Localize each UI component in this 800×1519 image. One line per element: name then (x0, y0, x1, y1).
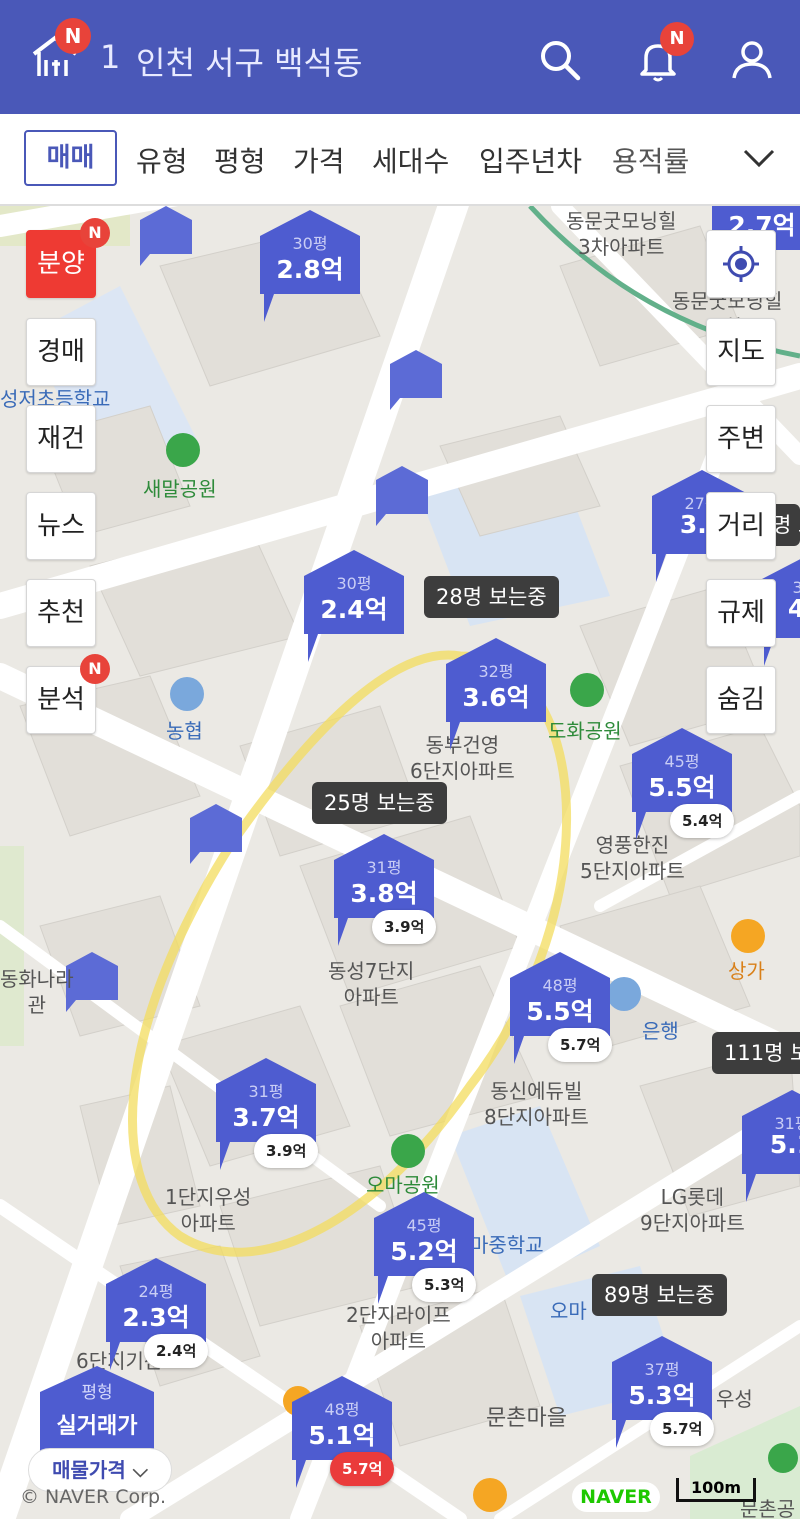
filter-far[interactable]: 용적률 (612, 140, 689, 180)
place-label: 농협 (166, 719, 203, 743)
legend-marker: 평형 실거래가 (40, 1364, 154, 1454)
price-pin[interactable]: 32평 3.6억 (446, 634, 546, 750)
target-icon (723, 246, 759, 282)
regulation-button[interactable]: 규제 (706, 579, 776, 647)
price-pin[interactable]: 31평 3.7억 3.9억 (216, 1054, 319, 1170)
pin-price: 3.8억 (350, 879, 418, 908)
viewing-count-badge[interactable]: 111명 보 (712, 1032, 800, 1074)
price-pin[interactable]: 30평 2.4억 (304, 546, 404, 662)
place-label: 도화공원 (548, 719, 622, 743)
filter-area[interactable]: 평형 (214, 140, 266, 180)
analysis-new-badge: N (80, 654, 110, 684)
user-icon[interactable] (728, 36, 776, 84)
place-label: 은행 (642, 1019, 679, 1043)
map-view[interactable]: 동문굿모닝힐3차아파트 동문굿모닝힐2차 성저초등학교 새말공원 농협 도화공원… (0, 206, 800, 1519)
search-icon[interactable] (536, 36, 584, 84)
region-number: 1 (100, 38, 121, 76)
pin-price: 5.1억 (308, 1421, 376, 1450)
price-pin[interactable]: 45평 5.5억 5.4억 (632, 724, 735, 840)
filter-trade-type[interactable]: 매매 (24, 130, 117, 186)
pin-listing-price: 5.7억 (650, 1412, 715, 1446)
pin-price: 5.5억 (648, 773, 716, 802)
viewing-count-badge[interactable]: 25명 보는중 (312, 782, 447, 824)
pin-price: 3.7억 (232, 1103, 300, 1132)
price-pin[interactable]: 48평 5.5억 5.7억 (510, 948, 613, 1064)
price-pin[interactable]: 24평 2.3억 2.4억 (106, 1254, 209, 1370)
pin-price: 2.8억 (276, 255, 344, 284)
locate-button[interactable] (706, 230, 776, 298)
app-header: N 1 인천 서구 백석동 N (0, 0, 800, 114)
nearby-button[interactable]: 주변 (706, 405, 776, 473)
place-label: 상가 (728, 959, 765, 983)
pin-price: 5.2억 (390, 1237, 458, 1266)
pin-listing-price: 5.7억 (548, 1028, 613, 1062)
place-label: LG롯데 9단지아파트 (640, 1185, 745, 1235)
place-label: 마중학교 (470, 1233, 544, 1257)
redevelopment-button[interactable]: 재건 (26, 405, 96, 473)
price-pin[interactable]: 31평 5.1 (742, 1086, 800, 1202)
pin-price: 2.3억 (122, 1303, 190, 1332)
pin-listing-price: 2.4억 (144, 1334, 209, 1368)
region-title[interactable]: 인천 서구 백석동 (136, 38, 362, 84)
place-label: 우성 (716, 1387, 753, 1411)
pin-price: 2.4억 (320, 595, 388, 624)
pin-listing-price: 5.4억 (670, 804, 735, 838)
filter-households[interactable]: 세대수 (372, 140, 449, 180)
price-pin[interactable]: 48평 5.1억 5.7억 (292, 1372, 395, 1488)
pin-listing-price: 3.9억 (254, 1134, 319, 1168)
map-type-button[interactable]: 지도 (706, 318, 776, 386)
chevron-down-icon: ⌵ (132, 1458, 148, 1482)
filter-years[interactable]: 입주년차 (479, 140, 582, 180)
filter-type[interactable]: 유형 (136, 140, 188, 180)
place-label: 2단지라이프 아파트 (346, 1303, 451, 1353)
pin-price: 3.6억 (462, 683, 530, 712)
price-pin[interactable]: 37평 5.3억 5.7억 (612, 1332, 715, 1448)
pin-price: 5.3억 (628, 1381, 696, 1410)
auction-button[interactable]: 경매 (26, 318, 96, 386)
copyright-text: © NAVER Corp. (20, 1486, 167, 1508)
logo-new-badge: N (55, 18, 91, 54)
price-pin[interactable]: 30평 2.8억 (260, 206, 360, 322)
price-pin[interactable]: 45평 5.2억 5.3억 (374, 1188, 477, 1304)
pin-listing-price: 5.3억 (412, 1268, 477, 1302)
pin-listing-price: 3.9억 (372, 910, 437, 944)
price-pin[interactable]: 31평 3.8억 3.9억 (334, 830, 437, 946)
pin-listing-price: 5.7억 (330, 1452, 395, 1486)
pin-price: 5.5억 (526, 997, 594, 1026)
place-label: 문촌마을 (486, 1406, 567, 1431)
map-scale: 100m (676, 1478, 756, 1502)
presale-new-badge: N (80, 218, 110, 248)
place-label: 오마 (550, 1299, 587, 1323)
hide-button[interactable]: 숨김 (706, 666, 776, 734)
chevron-down-icon[interactable] (742, 148, 776, 168)
recommend-button[interactable]: 추천 (26, 579, 96, 647)
naver-logo[interactable]: NAVER (572, 1482, 660, 1512)
viewing-count-badge[interactable]: 89명 보는중 (592, 1274, 727, 1316)
place-label: 동화나라 관 (0, 967, 74, 1017)
news-button[interactable]: 뉴스 (26, 492, 96, 560)
viewing-count-badge[interactable]: 28명 보는중 (424, 576, 559, 618)
legend-price-label: 실거래가 (56, 1414, 138, 1439)
place-label: 새말공원 (143, 477, 217, 501)
place-label: 동성7단지 아파트 (328, 959, 415, 1009)
notification-badge: N (660, 22, 694, 56)
legend-area-label: 평형 (81, 1383, 113, 1403)
pin-price: 5.1 (769, 1130, 800, 1159)
distance-button[interactable]: 거리 (706, 492, 776, 560)
filter-price[interactable]: 가격 (293, 140, 345, 180)
place-label: 동문굿모닝힐 3차아파트 (566, 209, 677, 259)
filter-bar: 매매 유형 평형 가격 세대수 입주년차 용적률 (0, 114, 800, 206)
listing-price-label: 매물가격 (52, 1458, 126, 1482)
place-label: 동신에듀빌 8단지아파트 (484, 1079, 589, 1129)
place-label: 1단지우성 아파트 (165, 1185, 252, 1235)
